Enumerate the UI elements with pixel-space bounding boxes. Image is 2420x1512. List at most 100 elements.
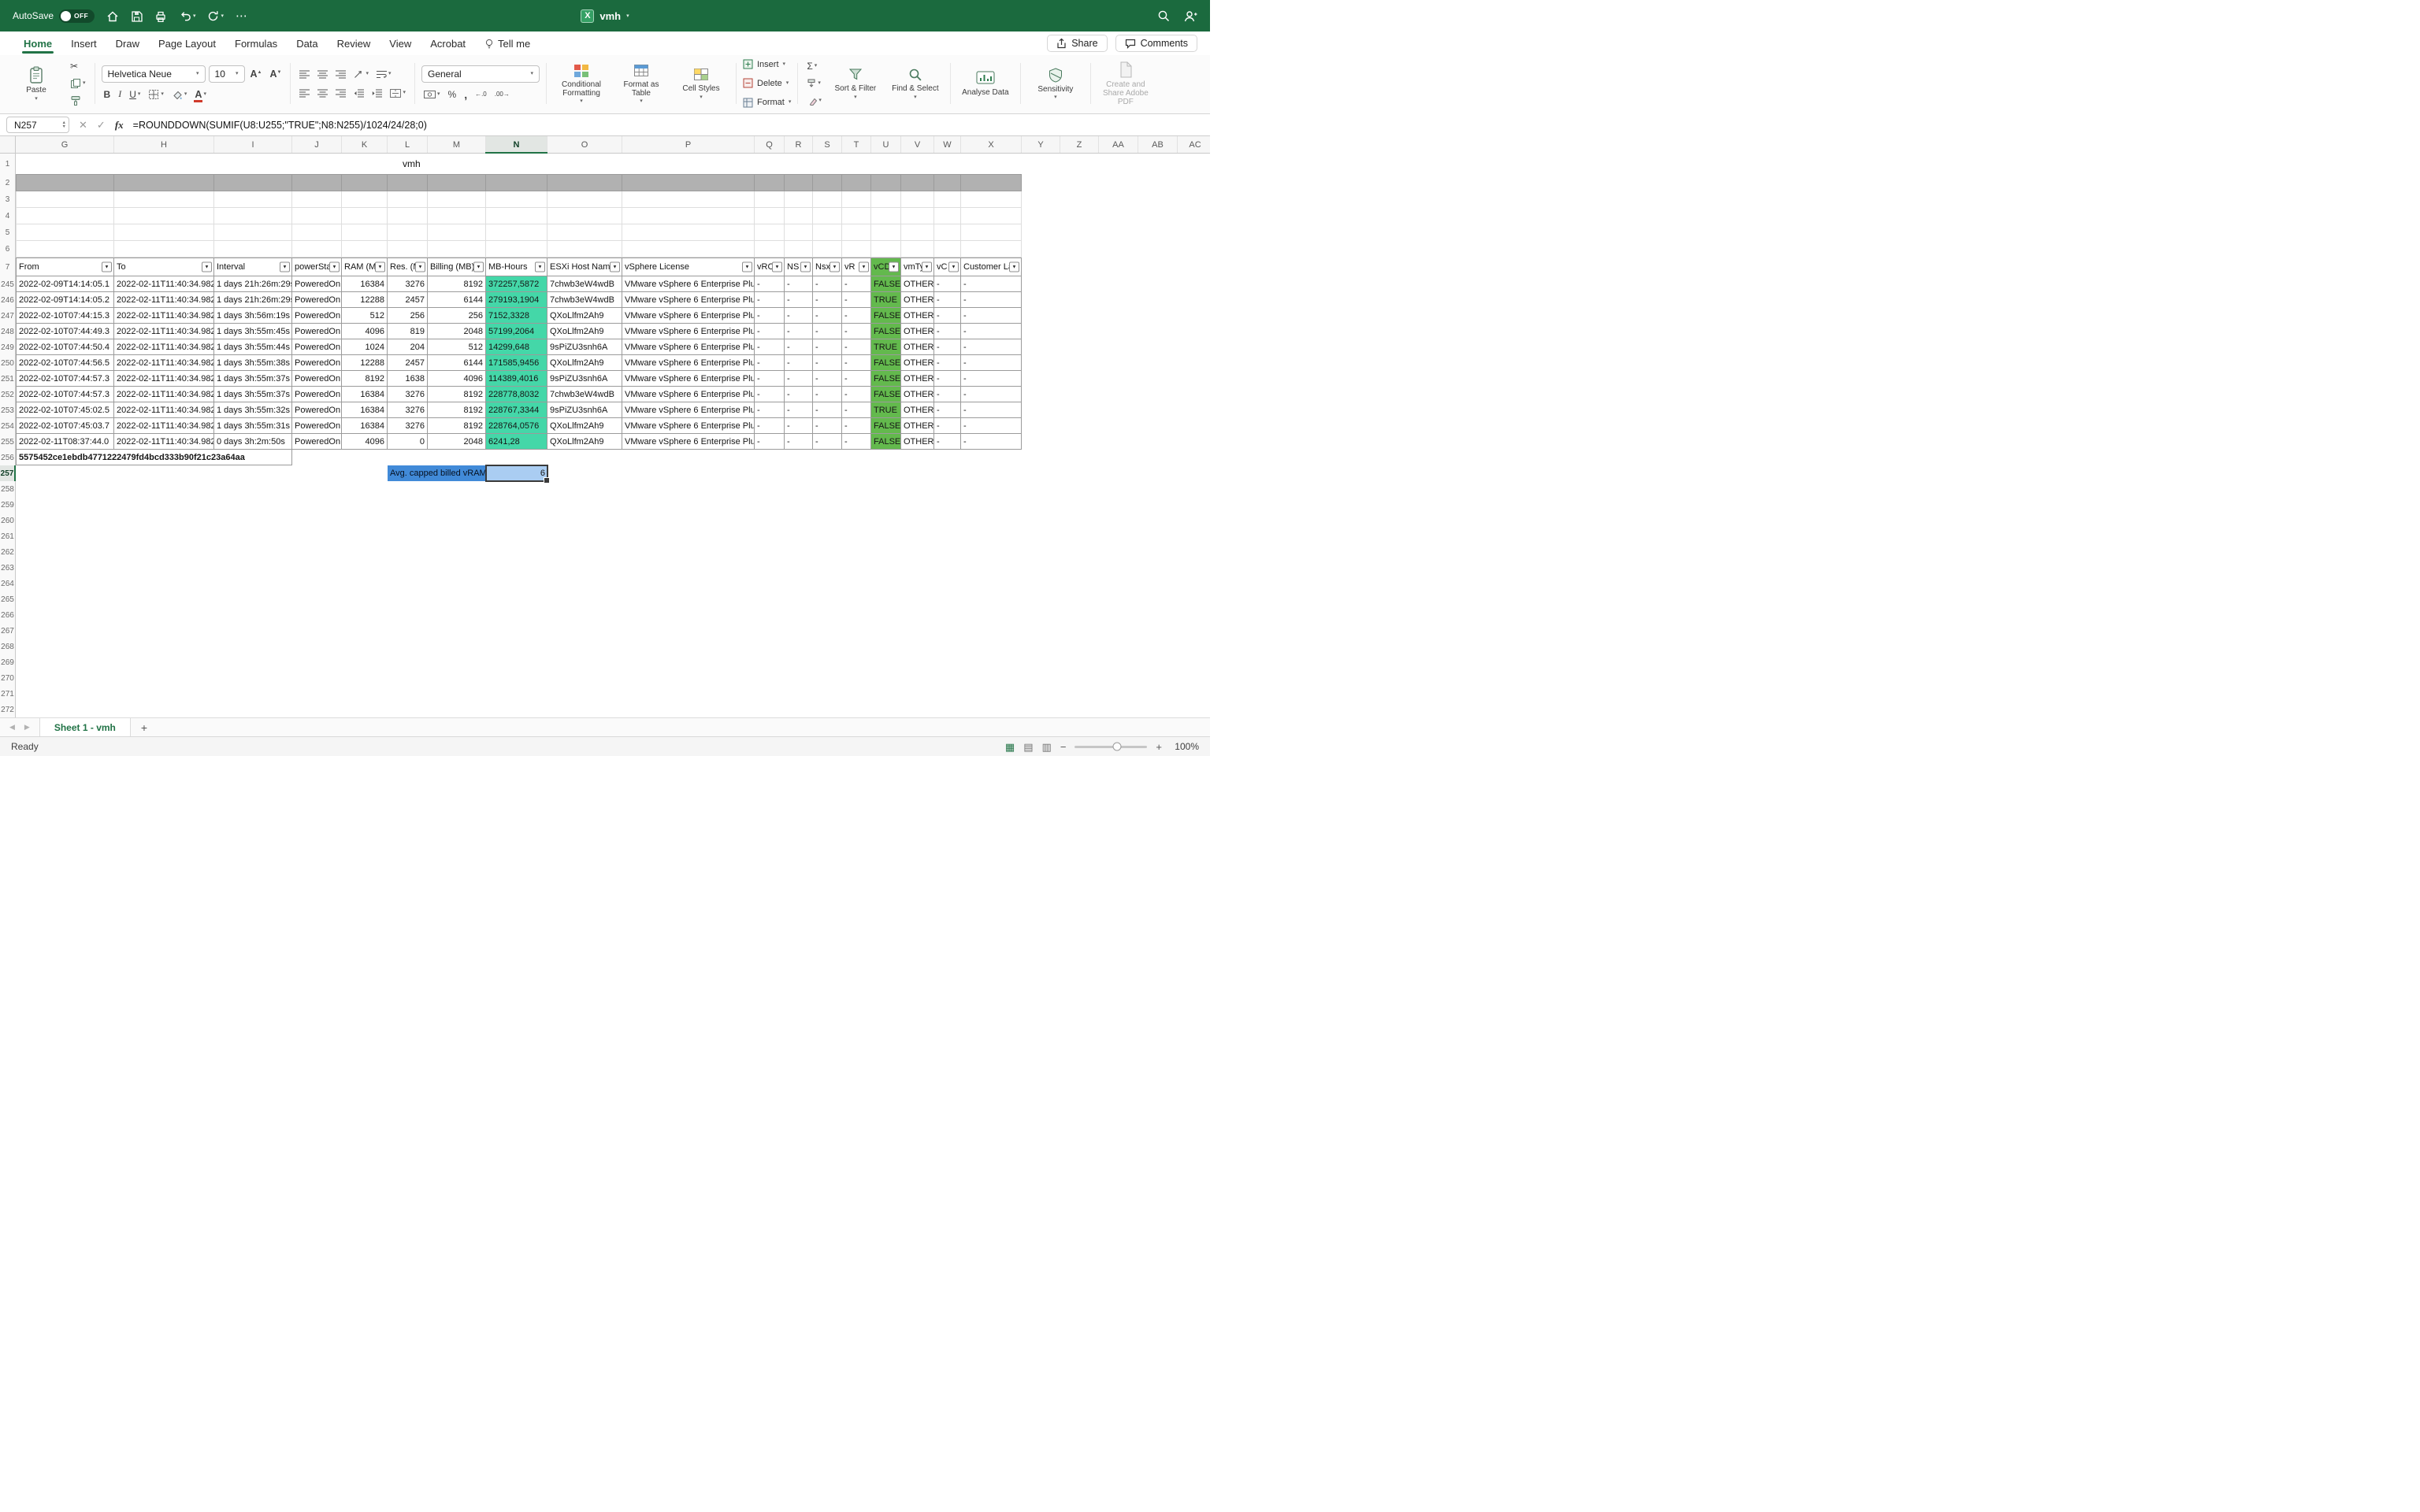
cell[interactable]: 2022-02-10T07:44:15.3 [16,308,114,324]
align-middle-button[interactable] [315,67,330,82]
tab-acrobat[interactable]: Acrobat [421,32,475,55]
cell[interactable]: TRUE [871,402,901,418]
cell[interactable] [842,174,871,191]
cell[interactable]: 2048 [428,324,486,339]
cell[interactable]: 1 days 3h:55m:44s [214,339,292,355]
header-cell-T[interactable]: vR▼ [842,258,871,276]
cell[interactable]: 279193,1904 [486,292,547,308]
cell[interactable]: 2457 [388,292,428,308]
save-button[interactable] [131,10,143,22]
cell[interactable]: FALSE [871,324,901,339]
autosave-switch[interactable]: OFF [59,9,95,23]
cell[interactable]: 2022-02-10T07:45:02.5 [16,402,114,418]
header-cell-O[interactable]: ESXi Host Name▼ [547,258,622,276]
cell[interactable]: PoweredOn [292,434,342,450]
cell[interactable]: - [785,387,813,402]
cell[interactable] [813,191,842,208]
header-cell-V[interactable]: vmTy▼ [901,258,934,276]
cell[interactable]: QXoLlfm2Ah9 [547,355,622,371]
cell[interactable]: - [842,371,871,387]
cell[interactable]: - [842,434,871,450]
row-header-257[interactable]: 257 [0,465,16,481]
cell[interactable]: 171585,9456 [486,355,547,371]
font-size-select[interactable]: 10 ▾ [209,65,245,83]
header-cell-I[interactable]: Interval▼ [214,258,292,276]
row-header-248[interactable]: 248 [0,324,16,339]
tab-page-layout[interactable]: Page Layout [149,32,225,55]
cell[interactable] [934,208,961,224]
row-header-271[interactable]: 271 [0,686,16,702]
row-header-269[interactable]: 269 [0,654,16,670]
cell[interactable]: 1 days 3h:55m:37s [214,371,292,387]
redo-button[interactable]: ▾ [207,10,224,22]
cell[interactable]: - [813,418,842,434]
cell[interactable]: - [813,434,842,450]
cell[interactable] [901,208,934,224]
cell[interactable]: - [813,292,842,308]
row-header-261[interactable]: 261 [0,528,16,544]
home-button[interactable] [106,10,119,22]
cell[interactable]: 7chwb3eW4wdB [547,292,622,308]
cell[interactable] [547,174,622,191]
cell[interactable]: OTHER [901,402,934,418]
cell[interactable]: OTHER [901,276,934,292]
column-header-L[interactable]: L [388,136,428,153]
tab-review[interactable]: Review [328,32,380,55]
column-header-I[interactable]: I [214,136,292,153]
prev-sheet-button[interactable]: ◀ [9,723,15,732]
tab-formulas[interactable]: Formulas [225,32,287,55]
filter-button[interactable]: ▼ [922,262,932,272]
cell[interactable]: VMware vSphere 6 Enterprise Plus [622,292,755,308]
cell[interactable]: 2022-02-10T07:44:50.4 [16,339,114,355]
cell[interactable]: vmh [16,154,1022,174]
cell[interactable]: VMware vSphere 6 Enterprise Plus [622,418,755,434]
cell[interactable]: 2022-02-11T11:40:34.982 [114,387,214,402]
cell[interactable]: 2457 [388,355,428,371]
cell[interactable] [871,191,901,208]
cell[interactable]: - [961,292,1022,308]
cell[interactable]: 2022-02-11T11:40:34.982 [114,292,214,308]
zoom-knob[interactable] [1112,743,1121,751]
cell[interactable]: VMware vSphere 6 Enterprise Plus [622,276,755,292]
row-header-258[interactable]: 258 [0,481,16,497]
cell[interactable]: 2022-02-11T11:40:34.982 [114,434,214,450]
cell[interactable]: 16384 [342,276,388,292]
cell[interactable] [813,224,842,241]
cell[interactable] [934,224,961,241]
cell[interactable]: - [755,434,785,450]
cell[interactable] [755,241,785,258]
cell[interactable]: - [785,308,813,324]
cell[interactable]: VMware vSphere 6 Enterprise Plus [622,434,755,450]
format-painter-button[interactable] [68,94,88,109]
cell[interactable]: 8192 [342,371,388,387]
sheet-tab-active[interactable]: Sheet 1 - vmh [39,718,131,736]
cell[interactable] [292,224,342,241]
cell[interactable]: OTHER [901,371,934,387]
cell[interactable]: - [842,387,871,402]
cell[interactable]: PoweredOn [292,355,342,371]
cell[interactable]: TRUE [871,292,901,308]
cell[interactable] [342,191,388,208]
document-title[interactable]: vmh [599,10,621,22]
fill-color-button[interactable]: ▾ [169,87,190,102]
cell[interactable] [16,208,114,224]
header-cell-W[interactable]: vC▼ [934,258,961,276]
cell[interactable]: 819 [388,324,428,339]
cell[interactable]: 9sPiZU3snh6A [547,402,622,418]
cell[interactable]: 16384 [342,387,388,402]
row-header-259[interactable]: 259 [0,497,16,513]
filter-button[interactable]: ▼ [889,262,899,272]
cell[interactable]: - [785,324,813,339]
confirm-entry-button[interactable]: ✓ [97,119,106,132]
cell[interactable]: 4096 [342,324,388,339]
cell[interactable]: 2022-02-10T07:44:49.3 [16,324,114,339]
cell[interactable] [292,191,342,208]
cell-styles-button[interactable]: Cell Styles ▾ [673,66,729,100]
cell[interactable]: - [755,387,785,402]
borders-button[interactable]: ▾ [146,87,166,102]
cell[interactable] [486,191,547,208]
cell[interactable]: 1 days 21h:26m:29s [214,276,292,292]
cell[interactable]: 12288 [342,292,388,308]
cell[interactable]: VMware vSphere 6 Enterprise Plus [622,371,755,387]
cell[interactable] [342,208,388,224]
